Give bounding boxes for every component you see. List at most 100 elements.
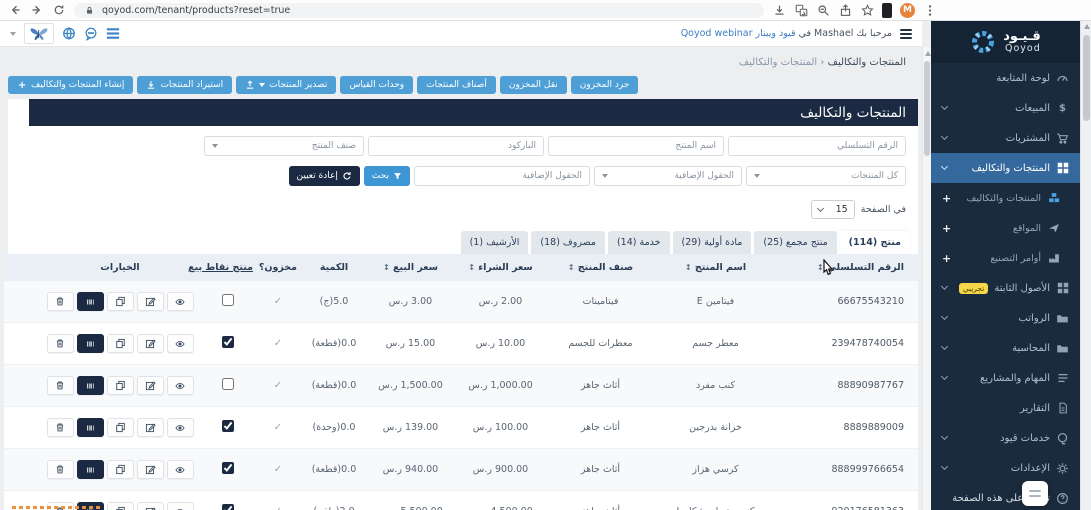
all-products-select[interactable]: كل المنتجات xyxy=(746,166,906,186)
sidebar-subitem-manufacturing-orders[interactable]: أوامر التصنيع + xyxy=(931,243,1080,273)
reset-button[interactable]: إعادة تعيين xyxy=(288,166,360,186)
pos-checkbox[interactable] xyxy=(222,462,234,474)
forward-icon[interactable] xyxy=(30,3,44,17)
export-products-button[interactable]: تصدير المنتجات xyxy=(236,76,337,94)
product-name-input[interactable] xyxy=(548,136,724,156)
sidebar-item-qoyod-services[interactable]: خدمات قيود xyxy=(931,423,1080,453)
delete-button[interactable] xyxy=(46,334,74,353)
inventory-count-button[interactable]: جرد المخزون xyxy=(570,76,639,94)
chat-bubble-icon[interactable] xyxy=(84,27,98,41)
edit-button[interactable] xyxy=(136,502,164,510)
tenant-logo-butterfly[interactable] xyxy=(24,23,54,44)
view-button[interactable] xyxy=(166,292,194,311)
breadcrumb-section[interactable]: المنتجات والتكاليف xyxy=(828,57,906,68)
zoom-out-icon[interactable] xyxy=(816,3,830,17)
list-icon[interactable] xyxy=(106,27,120,41)
browser-scrollbar[interactable] xyxy=(1080,21,1091,510)
edit-button[interactable] xyxy=(136,376,164,395)
sidebar-subitem-products-costs[interactable]: المنتجات والتكاليف + xyxy=(931,183,1080,213)
scrollbar-thumb[interactable] xyxy=(924,61,930,156)
duplicate-button[interactable] xyxy=(106,334,134,353)
transfer-inventory-button[interactable]: نقل المخزون xyxy=(499,76,567,94)
product-categories-button[interactable]: أصناف المنتجات xyxy=(417,76,496,94)
tab[interactable]: منتج (114) xyxy=(839,231,910,254)
barcode-button[interactable] xyxy=(76,334,104,353)
sidebar-item-settings[interactable]: الإعدادات xyxy=(931,453,1080,483)
delete-button[interactable] xyxy=(46,460,74,479)
sidebar-item-tasks-projects[interactable]: المهام والمشاريع xyxy=(931,363,1080,393)
create-product-button[interactable]: إنشاء المنتجات والتكاليف + xyxy=(8,76,134,94)
extra-fields-select[interactable]: الحقول الإضافية xyxy=(594,166,742,186)
header-product-name[interactable]: اسم المنتج ↕ xyxy=(653,254,778,281)
qoyod-logo[interactable]: قـيـود Qoyod xyxy=(931,21,1080,63)
delete-button[interactable] xyxy=(46,292,74,311)
reload-icon[interactable] xyxy=(52,3,66,17)
tab[interactable]: مادة أولية (29) xyxy=(672,231,752,254)
sidebar-item-reports[interactable]: التقارير xyxy=(931,393,1080,423)
header-pos-product[interactable]: منتج نقاط بيع xyxy=(188,254,256,281)
pos-checkbox[interactable] xyxy=(222,336,234,348)
translate-icon[interactable] xyxy=(794,3,808,17)
view-button[interactable] xyxy=(166,418,194,437)
address-bar[interactable]: qoyod.com/tenant/products?reset=true xyxy=(74,2,764,18)
edit-button[interactable] xyxy=(136,418,164,437)
sidebar-item-dashboard[interactable]: لوحة المتابعة xyxy=(931,63,1080,93)
webinar-link[interactable]: قيود ويبنار Qoyod webinar xyxy=(681,28,796,39)
barcode-button[interactable] xyxy=(76,292,104,311)
plus-icon[interactable]: + xyxy=(942,252,951,265)
pos-checkbox[interactable] xyxy=(222,420,234,432)
pos-checkbox[interactable] xyxy=(222,294,234,306)
pos-checkbox[interactable] xyxy=(222,378,234,390)
duplicate-button[interactable] xyxy=(106,292,134,311)
bookmark-star-icon[interactable] xyxy=(860,3,874,17)
edit-button[interactable] xyxy=(136,460,164,479)
tab[interactable]: مصروف (18) xyxy=(531,231,605,254)
barcode-input[interactable] xyxy=(368,136,544,156)
globe-icon[interactable] xyxy=(62,27,76,41)
sidebar-item-page-help[interactable]: تعرف على هذه الصفحة xyxy=(931,483,1080,510)
scrollbar-thumb[interactable] xyxy=(1083,35,1090,121)
barcode-button[interactable] xyxy=(76,418,104,437)
view-button[interactable] xyxy=(166,376,194,395)
tab[interactable]: خدمة (14) xyxy=(607,231,670,254)
search-button[interactable]: بحث xyxy=(363,166,410,186)
menu-toggle-icon[interactable] xyxy=(900,28,912,39)
chat-launcher[interactable] xyxy=(1022,481,1048,506)
content-scrollbar[interactable] xyxy=(922,47,931,510)
view-button[interactable] xyxy=(166,502,194,510)
profile-avatar[interactable]: M xyxy=(900,2,915,18)
download-icon[interactable] xyxy=(772,3,786,17)
device-icon[interactable] xyxy=(882,2,892,18)
back-icon[interactable] xyxy=(8,3,22,17)
share-icon[interactable] xyxy=(838,3,852,17)
product-category-select[interactable]: صنف المنتج xyxy=(204,136,364,156)
header-sell-price[interactable]: سعر البيع ↕ xyxy=(368,254,453,281)
barcode-button[interactable] xyxy=(76,460,104,479)
view-button[interactable] xyxy=(166,460,194,479)
sidebar-item-accounting[interactable]: المحاسبة xyxy=(931,333,1080,363)
plus-icon[interactable]: + xyxy=(942,192,951,205)
pos-checkbox[interactable] xyxy=(222,504,234,510)
scroll-up-icon[interactable] xyxy=(924,51,931,56)
duplicate-button[interactable] xyxy=(106,502,134,510)
barcode-button[interactable] xyxy=(76,376,104,395)
extra-fields-input[interactable] xyxy=(414,166,590,186)
import-products-button[interactable]: استيراد المنتجات xyxy=(137,76,233,94)
scroll-up-icon[interactable] xyxy=(1083,24,1090,29)
header-category[interactable]: صنف المنتج ↕ xyxy=(548,254,653,281)
duplicate-button[interactable] xyxy=(106,460,134,479)
sidebar-item-products-costs[interactable]: المنتجات والتكاليف xyxy=(931,153,1080,183)
delete-button[interactable] xyxy=(46,376,74,395)
plus-icon[interactable]: + xyxy=(942,222,951,235)
sidebar-subitem-locations[interactable]: المواقع + xyxy=(931,213,1080,243)
edit-button[interactable] xyxy=(136,334,164,353)
units-of-measure-button[interactable]: وحدات القياس xyxy=(340,76,414,94)
tab[interactable]: الأرشيف (1) xyxy=(460,231,529,254)
header-purchase-price[interactable]: سعر الشراء ↕ xyxy=(453,254,548,281)
sidebar-item-sales[interactable]: $ المبيعات xyxy=(931,93,1080,123)
sidebar-item-salaries[interactable]: الرواتب xyxy=(931,303,1080,333)
chevron-down-icon[interactable] xyxy=(10,31,16,36)
browser-menu-icon[interactable] xyxy=(923,3,937,17)
edit-button[interactable] xyxy=(136,292,164,311)
header-serial[interactable]: الرقم التسلسلي ↕ xyxy=(778,254,918,281)
